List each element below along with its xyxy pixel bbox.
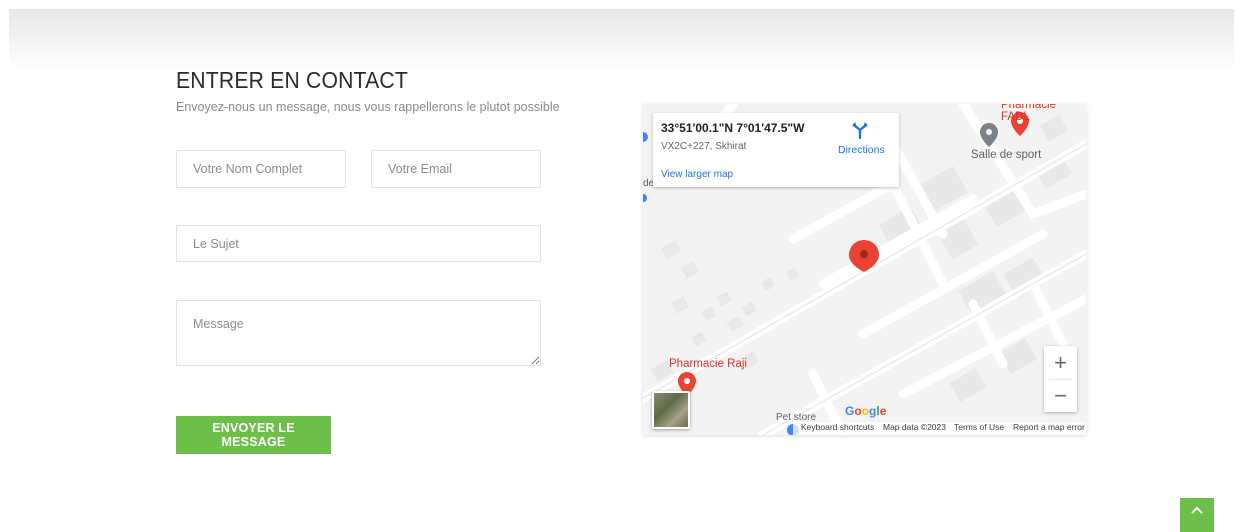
zoom-out-button[interactable]: −: [1044, 379, 1077, 412]
poi-pharmacie-fadl[interactable]: Pharmacie FADL: [1001, 104, 1086, 123]
map-data-label: Map data ©2023: [883, 422, 946, 432]
name-input[interactable]: [176, 150, 346, 188]
send-message-button[interactable]: ENVOYER LE MESSAGE: [176, 416, 331, 454]
subject-input[interactable]: [176, 225, 541, 262]
map-info-card: 33°51'00.1"N 7°01'47.5"W VX2C+227, Skhir…: [653, 113, 899, 187]
directions-link[interactable]: Directions: [838, 144, 885, 156]
map-coordinates: 33°51'00.1"N 7°01'47.5"W: [661, 121, 805, 135]
gym-pin-icon: [980, 123, 998, 147]
view-larger-map-link[interactable]: View larger map: [661, 169, 733, 180]
satellite-toggle-button[interactable]: [652, 391, 690, 429]
poi-pharmacie-raji[interactable]: Pharmacie Raji: [669, 358, 747, 370]
directions-icon[interactable]: [851, 121, 869, 139]
report-map-error-link[interactable]: Report a map error: [1013, 422, 1085, 432]
map-plus-code: VX2C+227, Skhirat: [661, 141, 747, 152]
section-subtitle: Envoyez-nous un message, nous vous rappe…: [176, 100, 560, 114]
zoom-in-button[interactable]: +: [1044, 346, 1077, 379]
left-edge-pin-icon: [643, 132, 648, 142]
poi-salle-de-sport[interactable]: Salle de sport: [971, 149, 1041, 161]
zoom-controls: + −: [1044, 346, 1077, 412]
chevron-up-icon: [1191, 506, 1203, 514]
message-textarea[interactable]: [176, 300, 541, 366]
terms-of-use-link[interactable]: Terms of Use: [954, 422, 1004, 432]
section-title: ENTRER EN CONTACT: [176, 67, 408, 93]
keyboard-shortcuts-link[interactable]: Keyboard shortcuts: [801, 422, 874, 432]
google-logo: Google: [845, 404, 887, 418]
top-shadow-band: [9, 9, 1234, 71]
email-input[interactable]: [371, 150, 541, 188]
embedded-map[interactable]: Pharmacie FADL Salle de sport Pharmacie …: [643, 104, 1086, 435]
